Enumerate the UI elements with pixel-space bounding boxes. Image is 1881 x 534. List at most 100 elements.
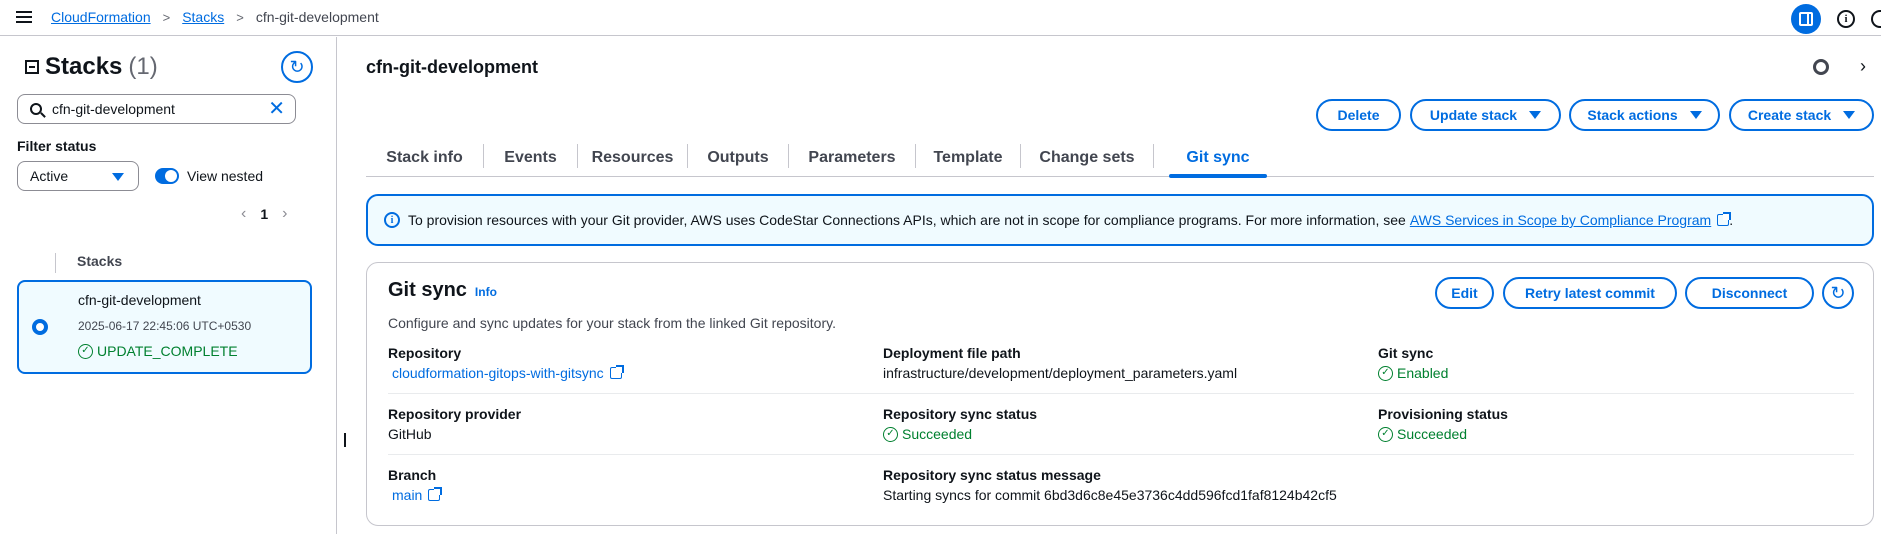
caret-down-icon	[1689, 111, 1702, 119]
view-nested-toggle[interactable]	[155, 168, 179, 184]
update-stack-button[interactable]: Update stack	[1410, 99, 1561, 131]
stack-radio-button[interactable]	[32, 319, 48, 335]
stack-status: ✓ UPDATE_COMPLETE	[78, 343, 238, 359]
tab-events[interactable]: Events	[484, 140, 577, 176]
caret-down-icon	[112, 173, 124, 181]
repository-sync-status-text: Succeeded	[902, 426, 973, 442]
branch-link[interactable]: main	[392, 487, 443, 503]
tab-outputs[interactable]: Outputs	[688, 140, 788, 176]
panel-resize-handle[interactable]	[344, 433, 346, 447]
check-circle-icon: ✓	[883, 426, 898, 442]
delete-button[interactable]: Delete	[1316, 99, 1401, 131]
provisioning-status-text: Succeeded	[1397, 426, 1468, 442]
stack-search-field[interactable]: ✕	[17, 94, 296, 124]
caret-down-icon	[1843, 111, 1856, 119]
info-panel-icon[interactable]: i	[1837, 10, 1855, 28]
repository-value: cloudformation-gitops-with-gitsync	[392, 365, 604, 381]
stack-search-input[interactable]	[52, 101, 262, 117]
chevron-right-icon[interactable]: ›	[1860, 56, 1866, 77]
filter-status-value: Active	[30, 168, 69, 184]
top-right-tools: i	[1791, 4, 1881, 34]
breadcrumb-stacks-link[interactable]: Stacks	[182, 9, 224, 25]
hamburger-menu-icon[interactable]	[16, 9, 32, 25]
git-sync-title: Git sync	[388, 279, 467, 301]
provisioning-status: ✓ Succeeded	[1378, 426, 1467, 442]
stack-name: cfn-git-development	[78, 292, 201, 308]
create-stack-label: Create stack	[1747, 107, 1832, 123]
create-stack-button[interactable]: Create stack	[1729, 99, 1874, 131]
page-title: cfn-git-development	[366, 57, 539, 77]
git-sync-description: Configure and sync updates for your stac…	[388, 315, 836, 331]
deployment-file-value: infrastructure/development/deployment_pa…	[883, 365, 1238, 381]
view-nested-label: View nested	[187, 168, 264, 184]
repository-provider-value: GitHub	[388, 426, 432, 442]
top-navigation-bar: CloudFormation > Stacks > cfn-git-develo…	[0, 0, 1881, 36]
check-circle-icon: ✓	[78, 343, 93, 359]
external-link-icon	[609, 365, 624, 379]
retry-latest-commit-button[interactable]: Retry latest commit	[1503, 277, 1677, 309]
stack-tabs: Stack info Events Resources Outputs Para…	[366, 140, 1874, 178]
page-number[interactable]: 1	[260, 206, 268, 222]
git-sync-heading: Git sync Info	[388, 279, 497, 302]
chevron-left-icon[interactable]: ‹	[241, 205, 246, 223]
deployment-file-label: Deployment file path	[883, 345, 1021, 361]
clear-icon[interactable]: ✕	[268, 99, 285, 119]
split-panel-toggle-icon[interactable]	[1791, 4, 1821, 34]
delete-button-label: Delete	[1337, 107, 1380, 123]
pagination: ‹ 1 ›	[241, 205, 287, 223]
refresh-stacks-button[interactable]: ↻	[281, 51, 313, 83]
row-divider	[388, 393, 1854, 394]
repository-label: Repository	[388, 345, 462, 361]
breadcrumb: CloudFormation > Stacks > cfn-git-develo…	[51, 9, 379, 25]
tab-parameters[interactable]: Parameters	[789, 140, 915, 176]
stack-actions-button[interactable]: Stack actions	[1569, 99, 1720, 131]
repository-sync-status: ✓ Succeeded	[883, 426, 972, 442]
repository-provider-label: Repository provider	[388, 406, 522, 422]
compliance-program-link[interactable]: AWS Services in Scope by Compliance Prog…	[1410, 212, 1711, 228]
tab-divider	[1153, 144, 1154, 168]
chevron-right-icon: >	[236, 9, 244, 25]
repository-link[interactable]: cloudformation-gitops-with-gitsync	[392, 365, 624, 381]
edit-button[interactable]: Edit	[1435, 277, 1494, 309]
filter-status-select[interactable]: Active	[17, 161, 139, 191]
row-divider	[388, 454, 1854, 455]
check-circle-icon: ✓	[1378, 365, 1393, 381]
provisioning-status-label: Provisioning status	[1378, 406, 1508, 422]
branch-label: Branch	[388, 467, 437, 483]
compliance-info-banner: i To provision resources with your Git p…	[366, 194, 1874, 246]
tab-stack-info[interactable]: Stack info	[366, 140, 483, 176]
tab-git-sync[interactable]: Git sync	[1169, 140, 1267, 178]
tab-template[interactable]: Template	[916, 140, 1020, 176]
retry-button-label: Retry latest commit	[1525, 285, 1655, 301]
update-stack-label: Update stack	[1429, 107, 1518, 123]
chevron-right-icon[interactable]: ›	[282, 205, 287, 223]
info-link[interactable]: Info	[475, 285, 497, 299]
stack-list-item[interactable]: cfn-git-development 2025-06-17 22:45:06 …	[17, 280, 312, 374]
git-sync-container: Git sync Info Configure and sync updates…	[366, 262, 1874, 526]
filter-status-label: Filter status	[17, 138, 97, 154]
git-sync-label: Git sync	[1378, 345, 1434, 361]
stacks-column-header: Stacks	[55, 253, 122, 273]
edit-button-label: Edit	[1451, 285, 1478, 301]
refresh-git-sync-button[interactable]: ↻	[1822, 277, 1854, 309]
collapse-icon[interactable]	[25, 60, 39, 74]
tab-resources[interactable]: Resources	[578, 140, 687, 176]
tab-change-sets[interactable]: Change sets	[1021, 140, 1153, 176]
banner-text: To provision resources with your Git pro…	[408, 212, 1406, 228]
repository-sync-status-message-value: Starting syncs for commit 6bd3d6c8e45e37…	[883, 487, 1337, 503]
refresh-icon: ↻	[1830, 282, 1846, 303]
gear-icon[interactable]	[1813, 59, 1829, 75]
repository-sync-status-label: Repository sync status	[883, 406, 1038, 422]
stacks-count: (1)	[128, 53, 158, 80]
git-sync-status-text: Enabled	[1397, 365, 1449, 381]
external-link-icon	[1717, 212, 1732, 226]
view-nested-toggle-group: View nested	[155, 168, 263, 184]
stacks-heading: Stacks (1)	[25, 53, 158, 81]
stack-actions-label: Stack actions	[1587, 107, 1678, 123]
info-icon: i	[384, 212, 400, 228]
disconnect-button[interactable]: Disconnect	[1685, 277, 1814, 309]
disconnect-button-label: Disconnect	[1711, 285, 1788, 301]
breadcrumb-current: cfn-git-development	[255, 9, 379, 25]
notifications-icon[interactable]	[1871, 10, 1881, 28]
breadcrumb-cloudformation-link[interactable]: CloudFormation	[51, 9, 151, 25]
